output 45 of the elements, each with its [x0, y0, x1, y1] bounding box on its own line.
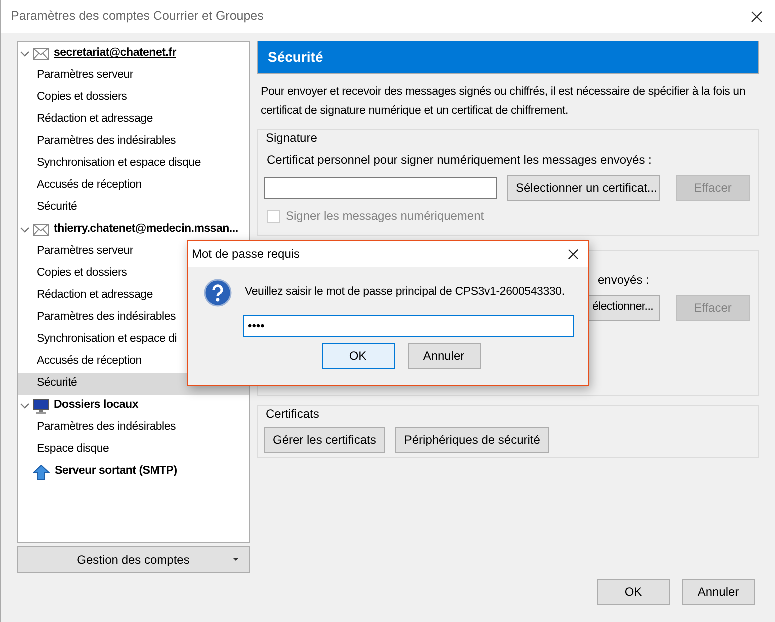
checkbox-label: Signer les messages numériquement [286, 208, 484, 225]
chevron-icon[interactable] [19, 225, 31, 235]
envelope-icon [33, 224, 49, 236]
ok-button[interactable]: OK [322, 343, 394, 369]
caret-icon [233, 558, 239, 562]
tree-item[interactable]: Paramètres serveur [18, 65, 249, 87]
group-legend: Certificats [266, 407, 750, 421]
certificate-field[interactable] [264, 177, 497, 199]
tree-item[interactable]: Accusés de réception [18, 175, 249, 197]
tree-item[interactable]: Espace disque [18, 439, 249, 461]
dialog-title: Mot de passe requis [192, 246, 300, 263]
manage-certificates-button[interactable]: Gérer les certificats [264, 427, 386, 453]
close-icon[interactable] [751, 10, 763, 22]
question-icon [204, 279, 232, 307]
account-item[interactable]: thierry.chatenet@medecin.mssan... [18, 219, 249, 241]
cancel-button[interactable]: Annuler [682, 579, 755, 605]
tree-item[interactable]: Rédaction et adressage [18, 109, 249, 131]
account-item[interactable]: Serveur sortant (SMTP) [18, 461, 249, 483]
panel-header: Sécurité [257, 41, 759, 74]
chevron-icon[interactable] [19, 401, 31, 411]
dialog-message: Veuillez saisir le mot de passe principal de CPS3v1-2600543330. [245, 285, 565, 300]
envelope-icon [33, 48, 49, 60]
account-actions-button[interactable]: Gestion des comptes [17, 546, 250, 573]
panel-description: Pour envoyer et recevoir des messages signés ou chiffrés, il est nécessaire de spécifier à la fois un certificat de signature numérique et un certificat de chiffrement. [261, 85, 747, 119]
field-label: envoyés : [598, 272, 650, 289]
tree-item[interactable]: Synchronisation et espace disque [18, 153, 249, 175]
group-legend: Signature [266, 131, 750, 145]
tree-item[interactable]: Paramètres des indésirables [18, 417, 249, 439]
select-certificate-button[interactable]: Sélectionner un certificat... [507, 175, 660, 201]
upload-arrow-icon [33, 464, 50, 480]
field-label: Certificat personnel pour signer numériquement les messages envoyés : [267, 152, 653, 169]
tree-item[interactable]: Copies et dossiers [18, 87, 249, 109]
window-title: Paramètres des comptes Courrier et Groupes [11, 8, 264, 26]
account-item[interactable]: secretariat@chatenet.fr [18, 43, 249, 65]
close-icon[interactable] [568, 248, 579, 260]
ok-button[interactable]: OK [597, 579, 670, 605]
chevron-icon[interactable] [19, 49, 31, 59]
select-certificate-button[interactable]: électionner... [586, 295, 660, 321]
tree-item[interactable]: Paramètres des indésirables [18, 131, 249, 153]
security-devices-button[interactable]: Périphériques de sécurité [395, 427, 550, 453]
monitor-icon [33, 398, 49, 414]
tree-item[interactable]: Sécurité [18, 197, 249, 219]
password-field[interactable]: •••• [243, 315, 574, 337]
account-item[interactable]: Dossiers locaux [18, 395, 249, 417]
cancel-button[interactable]: Annuler [408, 343, 480, 369]
